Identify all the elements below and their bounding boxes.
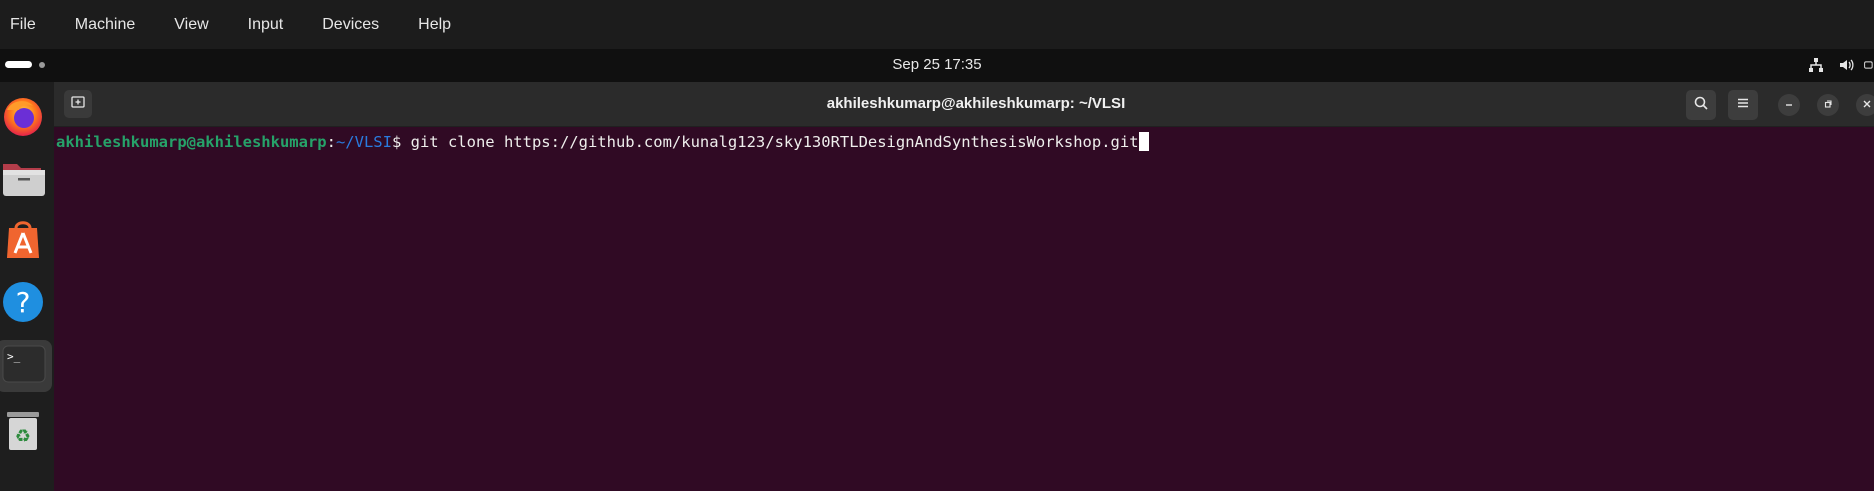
window-title: akhileshkumarp@akhileshkumarp: ~/VLSI: [826, 95, 1126, 112]
dock-terminal[interactable]: >_: [0, 340, 52, 392]
close-button[interactable]: [1856, 94, 1874, 116]
close-icon: [1862, 96, 1872, 114]
minimize-icon: [1784, 96, 1794, 114]
menu-help[interactable]: Help: [418, 16, 451, 34]
menu-file[interactable]: File: [10, 16, 36, 34]
dock-help[interactable]: ?: [0, 278, 46, 330]
hamburger-icon: [1735, 95, 1751, 116]
dock-files[interactable]: [0, 154, 46, 206]
terminal-output[interactable]: akhileshkumarp@akhileshkumarp:~/VLSI$ gi…: [54, 127, 1874, 491]
firefox-icon: [1, 94, 45, 143]
volume-icon[interactable]: [1836, 55, 1856, 75]
text-cursor: [1138, 132, 1149, 151]
help-icon: ?: [1, 280, 45, 329]
menu-input[interactable]: Input: [248, 16, 284, 34]
dock-firefox[interactable]: [0, 92, 46, 144]
network-icon[interactable]: [1806, 55, 1826, 75]
menu-devices[interactable]: Devices: [322, 16, 379, 34]
app-center-icon: [1, 218, 45, 267]
prompt-path: ~/VLSI: [335, 133, 392, 151]
battery-icon[interactable]: [1864, 55, 1874, 75]
command-line: akhileshkumarp@akhileshkumarp:~/VLSI$ gi…: [56, 132, 1149, 151]
menu-button[interactable]: [1728, 90, 1758, 120]
clock[interactable]: Sep 25 17:35: [0, 49, 1874, 82]
system-tray[interactable]: [1796, 55, 1874, 75]
dock-app-center[interactable]: [0, 216, 46, 268]
maximize-button[interactable]: [1817, 94, 1839, 116]
search-icon: [1693, 95, 1709, 116]
svg-text:>_: >_: [7, 350, 21, 363]
top-panel: Sep 25 17:35: [0, 49, 1874, 82]
files-icon: [1, 156, 45, 205]
menu-view[interactable]: View: [174, 16, 208, 34]
menu-machine[interactable]: Machine: [75, 16, 135, 34]
terminal-headerbar: akhileshkumarp@akhileshkumarp: ~/VLSI: [54, 82, 1874, 127]
svg-text:♻: ♻: [15, 426, 31, 447]
prompt-user: akhileshkumarp@akhileshkumarp: [56, 133, 327, 151]
prompt-symbol: $: [391, 133, 411, 151]
host-menu-bar: File Machine View Input Devices Help: [0, 0, 1874, 49]
search-button[interactable]: [1686, 90, 1716, 120]
dock-trash[interactable]: ♻: [0, 406, 46, 458]
prompt-separator: :: [326, 133, 336, 151]
restore-icon: [1823, 96, 1833, 114]
dock: ? >_ ♻: [0, 82, 54, 491]
minimize-button[interactable]: [1778, 94, 1800, 116]
svg-text:?: ?: [16, 286, 31, 319]
trash-icon: ♻: [1, 408, 45, 457]
terminal-icon: >_: [2, 342, 46, 391]
command-text: git clone https://github.com/kunalg123/s…: [410, 133, 1139, 151]
